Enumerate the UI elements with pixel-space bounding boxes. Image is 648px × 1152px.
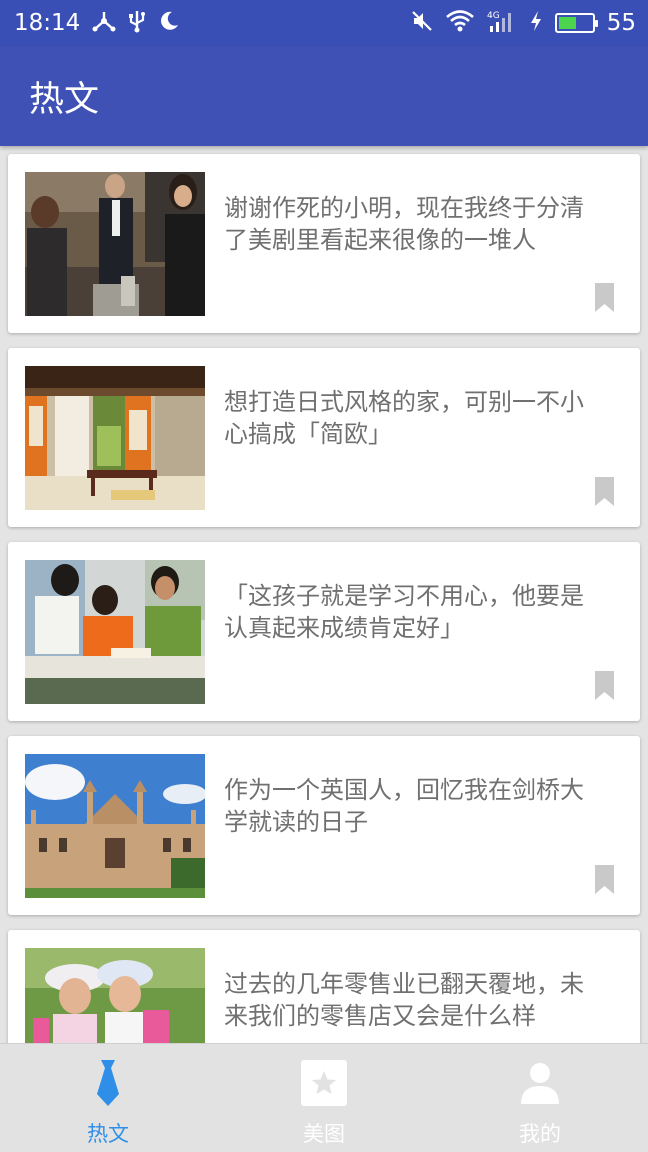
status-bar: 18:14 4G 55 bbox=[0, 0, 648, 46]
article-title[interactable]: 过去的几年零售业已翻天覆地，未来我们的零售店又会是什么样 bbox=[224, 968, 606, 1032]
tab-me[interactable]: 我的 bbox=[432, 1044, 648, 1152]
status-bar-left: 18:14 bbox=[14, 9, 180, 37]
article-thumbnail bbox=[25, 948, 205, 1043]
article-card[interactable]: 想打造日式风格的家，可别一不小心搞成「简欧」 bbox=[8, 348, 640, 527]
article-thumbnail bbox=[25, 754, 205, 898]
status-bar-right: 4G 55 bbox=[411, 9, 636, 37]
article-title[interactable]: 「这孩子就是学习不用心，他要是认真起来成绩肯定好」 bbox=[224, 580, 606, 644]
article-card[interactable]: 过去的几年零售业已翻天覆地，未来我们的零售店又会是什么样 bbox=[8, 930, 640, 1043]
battery-fill bbox=[558, 17, 577, 29]
tab-label: 美图 bbox=[303, 1122, 345, 1146]
app-bar: 热文 bbox=[0, 46, 648, 146]
person-icon bbox=[517, 1060, 563, 1106]
article-card[interactable]: 作为一个英国人，回忆我在剑桥大学就读的日子 bbox=[8, 736, 640, 915]
svg-text:4G: 4G bbox=[487, 11, 500, 21]
tab-pictures[interactable]: 美图 bbox=[216, 1044, 432, 1152]
article-title[interactable]: 作为一个英国人，回忆我在剑桥大学就读的日子 bbox=[224, 774, 606, 838]
mute-icon bbox=[411, 10, 433, 36]
tie-icon bbox=[85, 1060, 131, 1106]
signal-4g-icon: 4G bbox=[487, 9, 517, 37]
article-feed[interactable]: 谢谢作死的小明，现在我终于分清了美剧里看起来很像的一堆人 想打造日式风格的家，可… bbox=[0, 146, 648, 1043]
page-title: 热文 bbox=[29, 79, 100, 120]
article-title[interactable]: 想打造日式风格的家，可别一不小心搞成「简欧」 bbox=[224, 386, 606, 450]
article-card[interactable]: 谢谢作死的小明，现在我终于分清了美剧里看起来很像的一堆人 bbox=[8, 154, 640, 333]
battery-percent: 55 bbox=[606, 10, 636, 36]
bookmark-icon[interactable] bbox=[595, 865, 614, 894]
charging-icon bbox=[529, 10, 543, 36]
tab-label: 我的 bbox=[519, 1122, 561, 1146]
wifi-icon bbox=[445, 9, 475, 37]
article-thumbnail bbox=[25, 366, 205, 510]
article-thumbnail bbox=[25, 172, 205, 316]
article-title[interactable]: 谢谢作死的小明，现在我终于分清了美剧里看起来很像的一堆人 bbox=[224, 192, 606, 256]
bookmark-icon[interactable] bbox=[595, 283, 614, 312]
bookmark-icon[interactable] bbox=[595, 477, 614, 506]
tab-hot-articles[interactable]: 热文 bbox=[0, 1044, 216, 1152]
bottom-navigation: 热文 美图 我的 bbox=[0, 1043, 648, 1152]
moon-icon bbox=[158, 10, 180, 36]
usb-icon bbox=[128, 9, 146, 37]
article-thumbnail bbox=[25, 560, 205, 704]
tab-label: 热文 bbox=[87, 1122, 129, 1146]
star-icon bbox=[301, 1060, 347, 1106]
bookmark-icon[interactable] bbox=[595, 671, 614, 700]
battery-icon bbox=[554, 13, 598, 33]
usb-share-icon bbox=[92, 10, 116, 36]
article-card[interactable]: 「这孩子就是学习不用心，他要是认真起来成绩肯定好」 bbox=[8, 542, 640, 721]
status-time: 18:14 bbox=[14, 10, 81, 36]
